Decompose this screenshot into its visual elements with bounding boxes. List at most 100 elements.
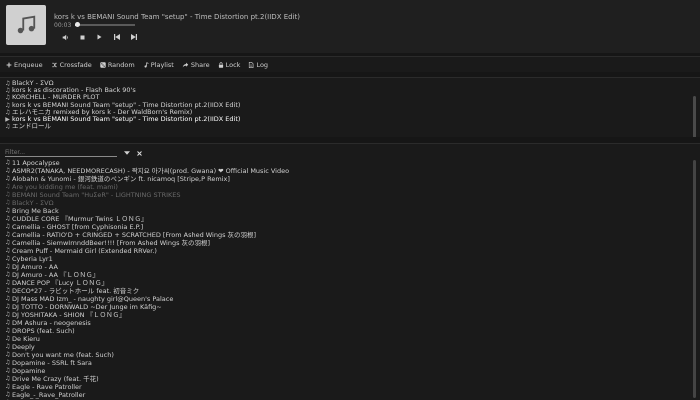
play-button[interactable] — [91, 32, 108, 42]
library-item-label: Camellia - RATIO'D + CRINGED + SCRATCHED… — [12, 231, 257, 239]
music-note-icon: ♫ — [5, 199, 11, 206]
library-item[interactable]: ♫ DM Ashura - neogenesis — [5, 319, 690, 327]
library-item[interactable]: ♫ DJ Amuro - AA 『ＬＯＮＧ』 — [5, 271, 690, 279]
library-item[interactable]: ♫ DANCE POP 『Lucy ＬＯＮＧ』 — [5, 279, 690, 287]
play-indicator-icon: ▶ — [5, 115, 10, 123]
next-button[interactable] — [125, 32, 142, 42]
share-label: Share — [190, 60, 210, 69]
filter-clear-button[interactable] — [136, 150, 143, 157]
library-item[interactable]: ♫ CUDDLE CORE 『Murmur Twins ＬＯＮＧ』 — [5, 215, 690, 223]
random-label: Random — [107, 60, 135, 69]
library-item-label: Don't you want me (feat. Such) — [12, 351, 114, 359]
playlist-icon — [144, 61, 149, 68]
library-item-label: DJ Mass MAD Izm_ - naughty girl@Queen's … — [12, 295, 174, 303]
library-item[interactable]: ♫ BEMANI Sound Team "HuΣeR" - LIGHTNING S… — [5, 191, 690, 199]
library-item[interactable]: ♫ DROPS (feat. Such) — [5, 327, 690, 335]
library-item-label: Camellia - SiemwIrnnddBeer!!!! [From Ash… — [12, 239, 211, 247]
crossfade-button[interactable]: Crossfade — [51, 61, 92, 69]
queue-item[interactable]: ▶ kors k vs BEMANI Sound Team "setup" - T… — [5, 115, 700, 123]
music-note-icon: ♫ — [5, 287, 11, 294]
library-item-label: Eagle_-_Rave_Patroller — [12, 391, 86, 399]
library-item[interactable]: ♫ Bring Me Back — [5, 207, 690, 215]
library-item-label: DROPS (feat. Such) — [12, 327, 75, 335]
library-item-label: Cyberia Lyr1 — [12, 255, 53, 263]
queue-item[interactable]: ♫ kors k as discoration - Flash Back 90's — [5, 86, 700, 95]
skip-back-icon — [113, 34, 120, 40]
library-item[interactable]: ♫ Cream Puff - Mermaid Girl (Extended RRV… — [5, 247, 690, 255]
music-note-icon: ♫ — [5, 271, 11, 278]
lock-icon — [218, 61, 223, 68]
playlist-button[interactable]: Playlist — [143, 61, 174, 69]
library-item[interactable]: ♫ Eagle - Rave Patroller — [5, 383, 690, 391]
library-item-label: Camellia - GHOST [from Cyphisonia E.P.] — [12, 223, 144, 231]
library-item-label: DANCE POP 『Lucy ＬＯＮＧ』 — [12, 279, 109, 287]
music-note-icon: ♫ — [5, 255, 11, 262]
library-item-label: BlackY - ΣVΩ — [12, 199, 54, 207]
music-note-icon — [17, 15, 36, 34]
library-item-label: ASMR2(TANAKA, NEEDMORECASH) - 짝지요 아가씨(pr… — [12, 167, 290, 175]
library-item[interactable]: ♫ BlackY - ΣVΩ — [5, 199, 690, 207]
library-panel: ♫11 Apocalypse♫ASMR2(TANAKA, NEEDMORECAS… — [0, 143, 700, 400]
library-item[interactable]: ♫ Drive Me Crazy (feat. 千花) — [5, 375, 690, 383]
library-item[interactable]: ♫ De Kieru — [5, 335, 690, 343]
library-item[interactable]: ♫ Eagle_-_Rave_Patroller — [5, 391, 690, 399]
library-item[interactable]: ♫ Dopamine — [5, 367, 690, 375]
crossfade-label: Crossfade — [59, 60, 92, 69]
library-item-label: Dopamine — [12, 367, 46, 375]
music-note-icon: ♫ — [5, 327, 11, 334]
music-note-icon: ♫ — [5, 295, 11, 302]
library-item[interactable]: ♫ Alobahn & Yunomi - 銀河鉄道のペンギン ft. nicamo… — [5, 175, 690, 183]
library-item[interactable]: ♫ DJ YOSHITAKA - SHION 『ＬＯＮＧ』 — [5, 311, 690, 319]
music-note-icon: ♫ — [5, 108, 11, 116]
album-art — [6, 5, 46, 45]
library-item-label: 11 Apocalypse — [12, 159, 60, 167]
library-item[interactable]: ♫ Deeply — [5, 343, 690, 351]
queue-item-label: エンドロール — [12, 122, 51, 131]
library-item[interactable]: ♫ Cyberia Lyr1 — [5, 255, 690, 263]
library-item-label: DJ YOSHITAKA - SHION 『ＬＯＮＧ』 — [12, 311, 126, 319]
filter-dropdown-button[interactable] — [123, 150, 130, 157]
plus-icon — [6, 62, 12, 67]
library-item[interactable]: ♫ DJ Amuro - AA — [5, 263, 690, 271]
music-note-icon: ♫ — [5, 391, 11, 398]
previous-button[interactable] — [108, 32, 125, 42]
library-item-label: CUDDLE CORE 『Murmur Twins ＬＯＮＧ』 — [12, 215, 148, 223]
music-note-icon: ♫ — [5, 343, 11, 350]
enqueue-button[interactable]: Enqueue — [6, 61, 43, 69]
music-note-icon: ♫ — [5, 183, 11, 190]
library-item-label: Bring Me Back — [12, 207, 59, 215]
queue-item[interactable]: ♫ エンドロール — [5, 122, 700, 131]
stop-button[interactable] — [74, 32, 91, 42]
library-item[interactable]: ♫ DJ TOTTO - DORNWALD ~Der Junge im Käfig… — [5, 303, 690, 311]
library-scrollbar[interactable] — [693, 160, 696, 398]
log-button[interactable]: Log — [248, 61, 268, 69]
library-item-label: Deeply — [12, 343, 35, 351]
library-item[interactable]: ♫ ASMR2(TANAKA, NEEDMORECASH) - 짝지요 아가씨(p… — [5, 167, 690, 175]
share-button[interactable]: Share — [182, 61, 210, 69]
library-item[interactable]: ♫ Camellia - RATIO'D + CRINGED + SCRATCHE… — [5, 231, 690, 239]
queue-scrollbar[interactable] — [693, 96, 696, 137]
queue-list: ♫ BlackY - ΣVΩ ♫ kors k as discoration - Fl… — [5, 79, 700, 131]
library-item[interactable]: ♫ 11 Apocalypse — [5, 159, 690, 167]
music-note-icon: ♫ — [5, 87, 11, 95]
library-item[interactable]: ♫ Camellia - GHOST [from Cyphisonia E.P.] — [5, 223, 690, 231]
library-item[interactable]: ♫ DJ Mass MAD Izm_ - naughty girl@Queen's… — [5, 295, 690, 303]
lock-button[interactable]: Lock — [218, 61, 240, 69]
filter-row — [5, 149, 143, 157]
progress-bar[interactable] — [74, 22, 136, 27]
music-note-icon: ♫ — [5, 80, 11, 87]
library-item[interactable]: ♫ Camellia - SiemwIrnnddBeer!!!! [From As… — [5, 239, 690, 247]
document-icon — [249, 61, 254, 68]
random-button[interactable]: Random — [100, 61, 135, 69]
library-item-label: DECO*27 - ラビットホール feat. 初音ミク — [12, 287, 140, 295]
music-note-icon: ♫ — [5, 279, 11, 286]
library-item[interactable]: ♫ DECO*27 - ラビットホール feat. 初音ミク — [5, 287, 690, 295]
volume-button[interactable] — [57, 32, 74, 42]
library-item-label: Drive Me Crazy (feat. 千花) — [12, 375, 99, 383]
library-item[interactable]: ♫ Dopamine - SSRL ft Sara — [5, 359, 690, 367]
progress-knob[interactable] — [74, 22, 80, 27]
library-item[interactable]: ♫ Don't you want me (feat. Such) — [5, 351, 690, 359]
filter-input[interactable] — [5, 149, 117, 157]
music-note-icon: ♫ — [5, 375, 11, 382]
library-item[interactable]: ♫ Are you kidding me (feat. mami) — [5, 183, 690, 191]
